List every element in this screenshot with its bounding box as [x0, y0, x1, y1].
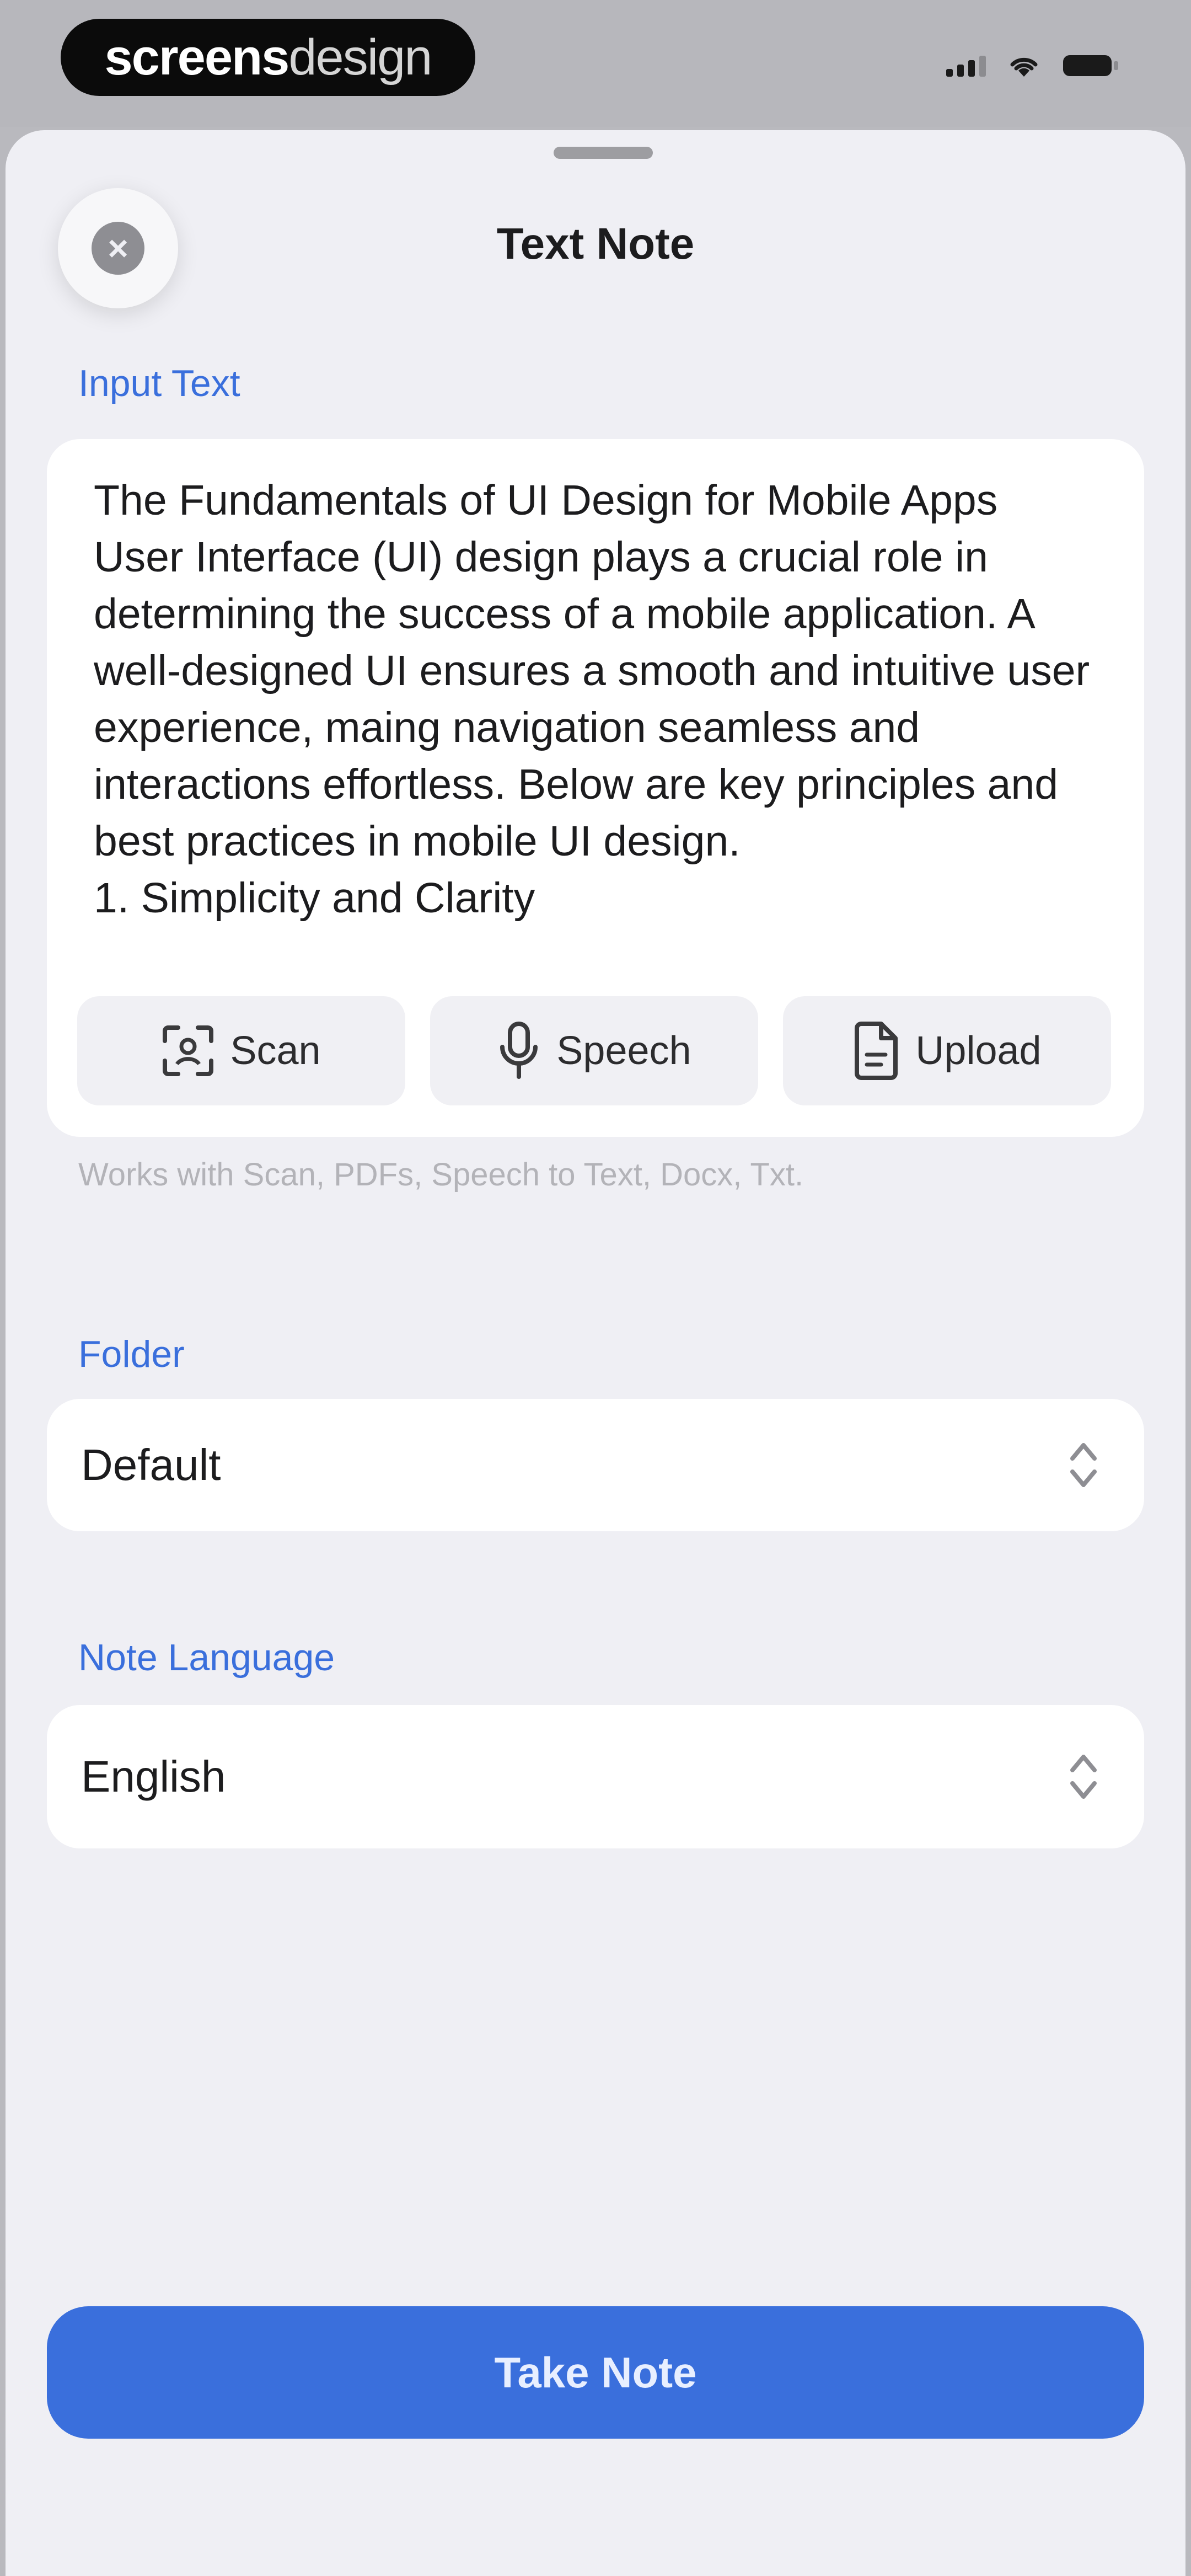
brand-logo: screens design [61, 19, 475, 96]
note-language-label: Note Language [78, 1637, 335, 1679]
take-note-button[interactable]: Take Note [47, 2306, 1144, 2439]
scan-button[interactable]: Scan [77, 996, 405, 1105]
sheet-grabber-handle[interactable] [554, 147, 653, 159]
upload-button-label: Upload [915, 1029, 1042, 1073]
speech-button-label: Speech [556, 1029, 691, 1073]
chevron-up-down-icon [1070, 1443, 1097, 1487]
input-text-card: The Fundamentals of UI Design for Mobile… [47, 439, 1144, 1137]
note-language-select[interactable]: English [47, 1705, 1144, 1848]
wifi-icon [1010, 57, 1038, 77]
text-note-sheet: × Text Note Input Text The Fundamentals … [6, 130, 1185, 2576]
document-icon [855, 1022, 898, 1080]
note-language-value: English [81, 1752, 226, 1801]
scan-icon [163, 1025, 214, 1076]
sheet-title: Text Note [496, 219, 695, 268]
folder-value: Default [81, 1440, 221, 1489]
cellular-signal-icon [946, 55, 986, 77]
battery-icon [1063, 55, 1118, 76]
input-hint-text: Works with Scan, PDFs, Speech to Text, D… [78, 1157, 804, 1193]
brand-logo-light: design [288, 29, 432, 85]
input-tools-row: Scan Speech Upload [77, 996, 1111, 1105]
microphone-icon [500, 1022, 538, 1079]
chevron-up-down-icon [1070, 1755, 1097, 1799]
status-icons [946, 53, 1119, 78]
speech-button[interactable]: Speech [430, 996, 758, 1105]
input-text-area[interactable]: The Fundamentals of UI Design for Mobile… [94, 472, 1108, 969]
folder-select[interactable]: Default [47, 1399, 1144, 1531]
folder-label: Folder [78, 1333, 185, 1375]
brand-logo-bold: screens [104, 29, 290, 85]
upload-button[interactable]: Upload [783, 996, 1111, 1105]
input-text-label: Input Text [78, 362, 240, 404]
status-bar: screens design [0, 0, 1191, 127]
scan-button-label: Scan [230, 1029, 321, 1073]
